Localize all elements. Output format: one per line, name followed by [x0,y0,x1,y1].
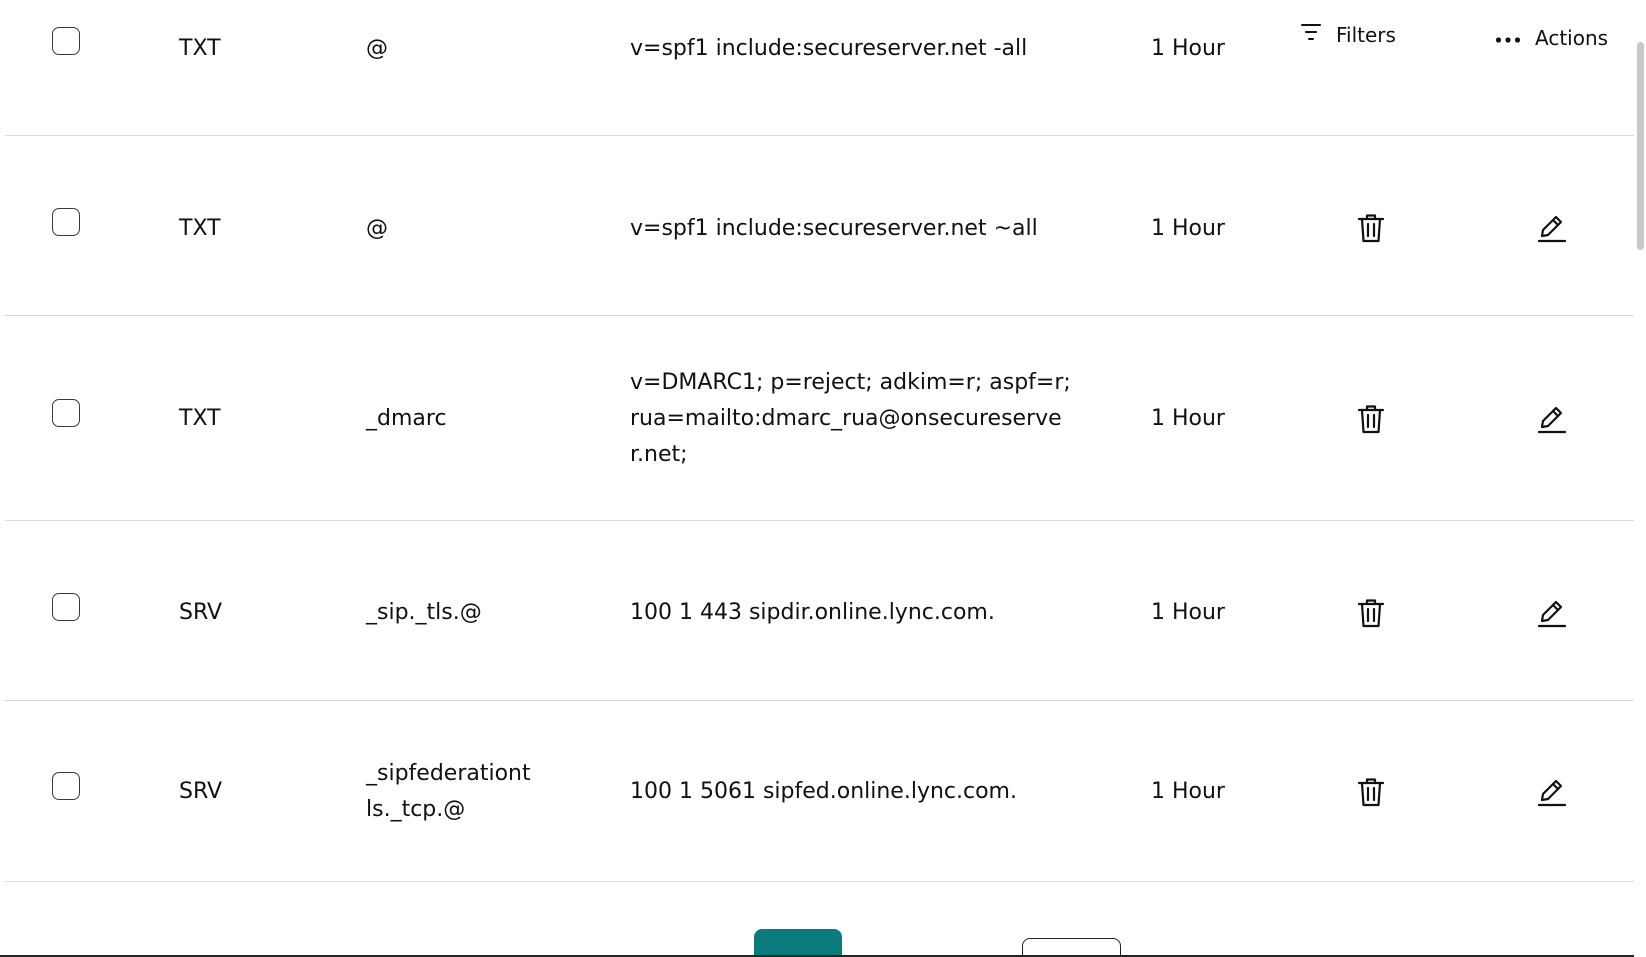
edit-button[interactable] [1532,208,1572,248]
record-ttl: 1 Hour [1151,779,1225,804]
record-value: v=spf1 include:secureserver.net ~all [630,216,1038,241]
record-value: v=spf1 include:secureserver.net -all [630,36,1028,61]
row-checkbox[interactable] [52,772,80,800]
table-row: TXT @ v=spf1 include:secureserver.net -a… [5,0,1637,136]
dns-records-table: TXT @ v=spf1 include:secureserver.net -a… [5,0,1637,882]
delete-button[interactable] [1351,772,1391,812]
trash-icon [1356,403,1386,435]
pagination-active-button[interactable] [754,929,842,957]
record-name: @ [366,216,388,241]
record-ttl: 1 Hour [1151,600,1225,625]
trash-icon [1356,776,1386,808]
vertical-scrollbar[interactable] [1634,0,1646,957]
table-row: TXT @ v=spf1 include:secureserver.net ~a… [5,136,1637,316]
record-name: _sip._tls.@ [366,600,482,625]
record-value: 100 1 443 sipdir.online.lync.com. [630,600,995,625]
trash-icon [1356,597,1386,629]
record-name: _dmarc [366,406,447,431]
filters-button[interactable]: Filters [1300,22,1396,47]
filter-icon [1300,22,1322,47]
filters-label: Filters [1336,22,1396,47]
record-type: SRV [179,600,223,625]
edit-button[interactable] [1532,399,1572,439]
record-value: v=DMARC1; p=reject; adkim=r; aspf=r; rua… [630,365,1071,473]
delete-button[interactable] [1351,208,1391,248]
record-name: @ [366,36,388,61]
table-row: TXT _dmarc v=DMARC1; p=reject; adkim=r; … [5,316,1637,521]
table-row: SRV _sipfederationt ls._tcp.@ 100 1 5061… [5,701,1637,882]
scrollbar-thumb[interactable] [1637,42,1644,250]
record-type: TXT [179,406,221,431]
record-name-line: ls._tcp.@ [366,797,466,822]
record-type: TXT [179,216,221,241]
dns-records-page: TXT @ v=spf1 include:secureserver.net -a… [0,0,1646,957]
row-checkbox[interactable] [52,27,80,55]
record-value-line: rua=mailto:dmarc_rua@onsecureserve [630,406,1062,431]
row-checkbox[interactable] [52,208,80,236]
record-value: 100 1 5061 sipfed.online.lync.com. [630,779,1017,804]
more-horizontal-icon [1495,26,1521,50]
record-value-line: v=DMARC1; p=reject; adkim=r; aspf=r; [630,370,1071,395]
trash-icon [1356,212,1386,244]
record-name-line: _sipfederationt [366,761,531,786]
edit-button[interactable] [1532,593,1572,633]
pencil-icon [1536,212,1568,244]
record-value-line: r.net; [630,442,688,467]
pencil-icon [1536,776,1568,808]
record-ttl: 1 Hour [1151,36,1225,61]
delete-button[interactable] [1351,593,1391,633]
record-ttl: 1 Hour [1151,216,1225,241]
record-type: TXT [179,36,221,61]
record-type: SRV [179,779,223,804]
record-name: _sipfederationt ls._tcp.@ [366,756,531,828]
actions-label: Actions [1535,26,1609,50]
record-ttl: 1 Hour [1151,406,1225,431]
pencil-icon [1536,403,1568,435]
row-checkbox[interactable] [52,399,80,427]
delete-button[interactable] [1351,399,1391,439]
row-checkbox[interactable] [52,593,80,621]
table-row: SRV _sip._tls.@ 100 1 443 sipdir.online.… [5,521,1637,701]
edit-button[interactable] [1532,772,1572,812]
actions-button[interactable]: Actions [1495,26,1608,50]
pencil-icon [1536,597,1568,629]
